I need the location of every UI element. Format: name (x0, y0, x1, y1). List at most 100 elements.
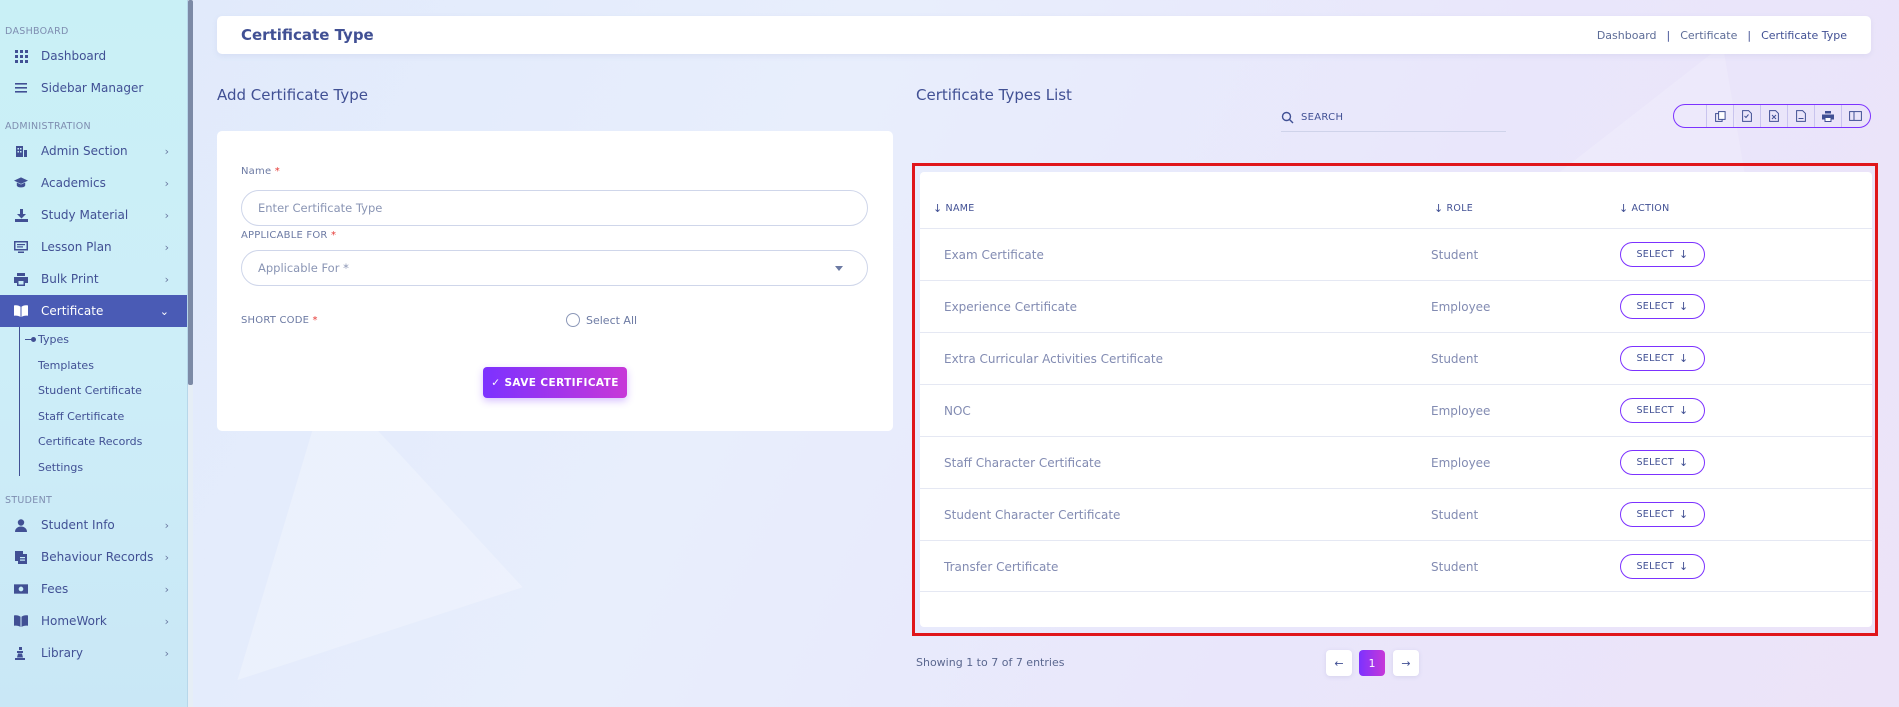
arrow-down-icon: ↓ (1679, 508, 1689, 521)
section-dashboard: DASHBOARD (5, 26, 69, 37)
sort-arrow-icon: ↓ (1619, 202, 1629, 215)
book-open-icon (14, 614, 28, 628)
cell-role: Student (1431, 508, 1479, 522)
sidebar-item-label: Student Info (41, 518, 115, 532)
sidebar-item-admin-section[interactable]: Admin Section › (0, 135, 187, 167)
arrow-down-icon: ↓ (1679, 560, 1689, 573)
copy-button[interactable] (1706, 105, 1733, 127)
chevron-right-icon: › (164, 614, 169, 628)
chevron-right-icon: › (164, 240, 169, 254)
page-1-button[interactable]: 1 (1359, 650, 1385, 676)
sidebar-item-bulk-print[interactable]: Bulk Print › (0, 263, 187, 295)
sidebar-item-sidebar-manager[interactable]: Sidebar Manager (0, 72, 187, 104)
list-heading: Certificate Types List (916, 86, 1072, 104)
sidebar-item-label: HomeWork (41, 614, 107, 628)
sidebar-item-fees[interactable]: Fees › (0, 573, 187, 605)
sidebar-item-homework[interactable]: HomeWork › (0, 605, 187, 637)
breadcrumb-separator: | (1747, 28, 1752, 42)
entries-info: Showing 1 to 7 of 7 entries (916, 656, 1065, 669)
sidebar-item-student-info[interactable]: Student Info › (0, 509, 187, 541)
grid-icon (14, 49, 28, 63)
submenu-item-templates[interactable]: Templates (38, 353, 187, 379)
select-label: SELECT (1636, 405, 1675, 416)
column-header-name[interactable]: ↓ NAME (933, 202, 975, 215)
select-label: SELECT (1636, 249, 1675, 260)
breadcrumb-certificate[interactable]: Certificate (1680, 29, 1737, 42)
submenu-item-certificate-records[interactable]: Certificate Records (38, 429, 187, 455)
sidebar-item-label: Library (41, 646, 83, 660)
excel-button[interactable] (1760, 105, 1787, 127)
arrow-down-icon: ↓ (1679, 456, 1689, 469)
select-all-label: Select All (586, 313, 638, 327)
select-button[interactable]: SELECT ↓ (1620, 294, 1705, 319)
arrow-down-icon: ↓ (1679, 248, 1689, 261)
csv-button[interactable] (1733, 105, 1760, 127)
sidebar-item-dashboard[interactable]: Dashboard (0, 40, 187, 72)
submenu-item-student-certificate[interactable]: Student Certificate (38, 378, 187, 404)
submenu-item-settings[interactable]: Settings (38, 455, 187, 481)
breadcrumb-dashboard[interactable]: Dashboard (1597, 29, 1657, 42)
radio-circle[interactable] (566, 313, 580, 327)
required-mark: * (330, 230, 337, 241)
prev-page-button[interactable]: ← (1326, 650, 1352, 676)
columns-icon (1848, 111, 1862, 121)
cell-role: Student (1431, 560, 1479, 574)
cell-name: Transfer Certificate (944, 560, 1059, 574)
table-row: NOC Employee SELECT ↓ (920, 384, 1872, 436)
select-label: SELECT (1636, 457, 1675, 468)
table-row: Transfer Certificate Student SELECT ↓ (920, 540, 1872, 592)
select-button[interactable]: SELECT ↓ (1620, 398, 1705, 423)
next-page-button[interactable]: → (1393, 650, 1419, 676)
search-input[interactable]: SEARCH (1281, 104, 1506, 132)
pdf-button[interactable] (1787, 105, 1814, 127)
sidebar-item-label: Sidebar Manager (41, 81, 144, 95)
name-input[interactable]: Enter Certificate Type (241, 190, 868, 226)
chevron-right-icon: › (164, 646, 169, 660)
table-row: Exam Certificate Student SELECT ↓ (920, 228, 1872, 280)
sort-arrow-icon: ↓ (1434, 202, 1444, 215)
select-button[interactable]: SELECT ↓ (1620, 502, 1705, 527)
column-header-label: NAME (945, 203, 975, 214)
select-button[interactable]: SELECT ↓ (1620, 346, 1705, 371)
column-header-role[interactable]: ↓ ROLE (1434, 202, 1473, 215)
select-button[interactable]: SELECT ↓ (1620, 242, 1705, 267)
csv-icon (1742, 110, 1752, 122)
sidebar-item-certificate[interactable]: Certificate ⌄ (0, 295, 187, 327)
sidebar-item-library[interactable]: Library › (0, 637, 187, 669)
column-header-label: ROLE (1446, 203, 1474, 214)
page-title: Certificate Type (241, 26, 374, 44)
submenu-item-types[interactable]: Types (25, 327, 187, 353)
add-form-heading: Add Certificate Type (217, 86, 368, 104)
cell-role: Employee (1431, 300, 1491, 314)
sidebar-item-label: Certificate (41, 304, 104, 318)
sidebar-item-lesson-plan[interactable]: Lesson Plan › (0, 231, 187, 263)
copy-icon (1714, 110, 1726, 122)
select-all-radio[interactable]: Select All (566, 313, 637, 327)
sidebar-item-study-material[interactable]: Study Material › (0, 199, 187, 231)
arrow-down-icon: ↓ (1679, 404, 1689, 417)
arrow-down-icon: ↓ (1679, 352, 1689, 365)
name-label-text: Name (241, 166, 272, 177)
sidebar-item-behaviour-records[interactable]: Behaviour Records › (0, 541, 187, 573)
sidebar-item-label: Behaviour Records (41, 550, 154, 564)
applicable-for-select[interactable]: Applicable For * (241, 250, 868, 286)
select-label: SELECT (1636, 561, 1675, 572)
submenu-item-staff-certificate[interactable]: Staff Certificate (38, 404, 187, 430)
save-certificate-button[interactable]: ✓ SAVE CERTIFICATE (483, 367, 627, 398)
add-certificate-form: Name * Enter Certificate Type APPLICABLE… (217, 131, 893, 431)
print-button[interactable] (1814, 105, 1841, 127)
section-administration: ADMINISTRATION (5, 121, 91, 132)
building-icon (14, 144, 28, 158)
name-label: Name * (241, 166, 280, 177)
columns-button[interactable] (1841, 105, 1868, 127)
sidebar-scrollbar[interactable] (188, 0, 193, 707)
table-row: Extra Curricular Activities Certificate … (920, 332, 1872, 384)
scrollbar-thumb[interactable] (188, 0, 193, 385)
column-header-action[interactable]: ↓ ACTION (1619, 202, 1670, 215)
select-button[interactable]: SELECT ↓ (1620, 450, 1705, 475)
sidebar-item-academics[interactable]: Academics › (0, 167, 187, 199)
select-button[interactable]: SELECT ↓ (1620, 554, 1705, 579)
sidebar-item-label: Admin Section (41, 144, 128, 158)
menu-icon (14, 81, 28, 95)
sidebar-item-label: Dashboard (41, 49, 107, 63)
